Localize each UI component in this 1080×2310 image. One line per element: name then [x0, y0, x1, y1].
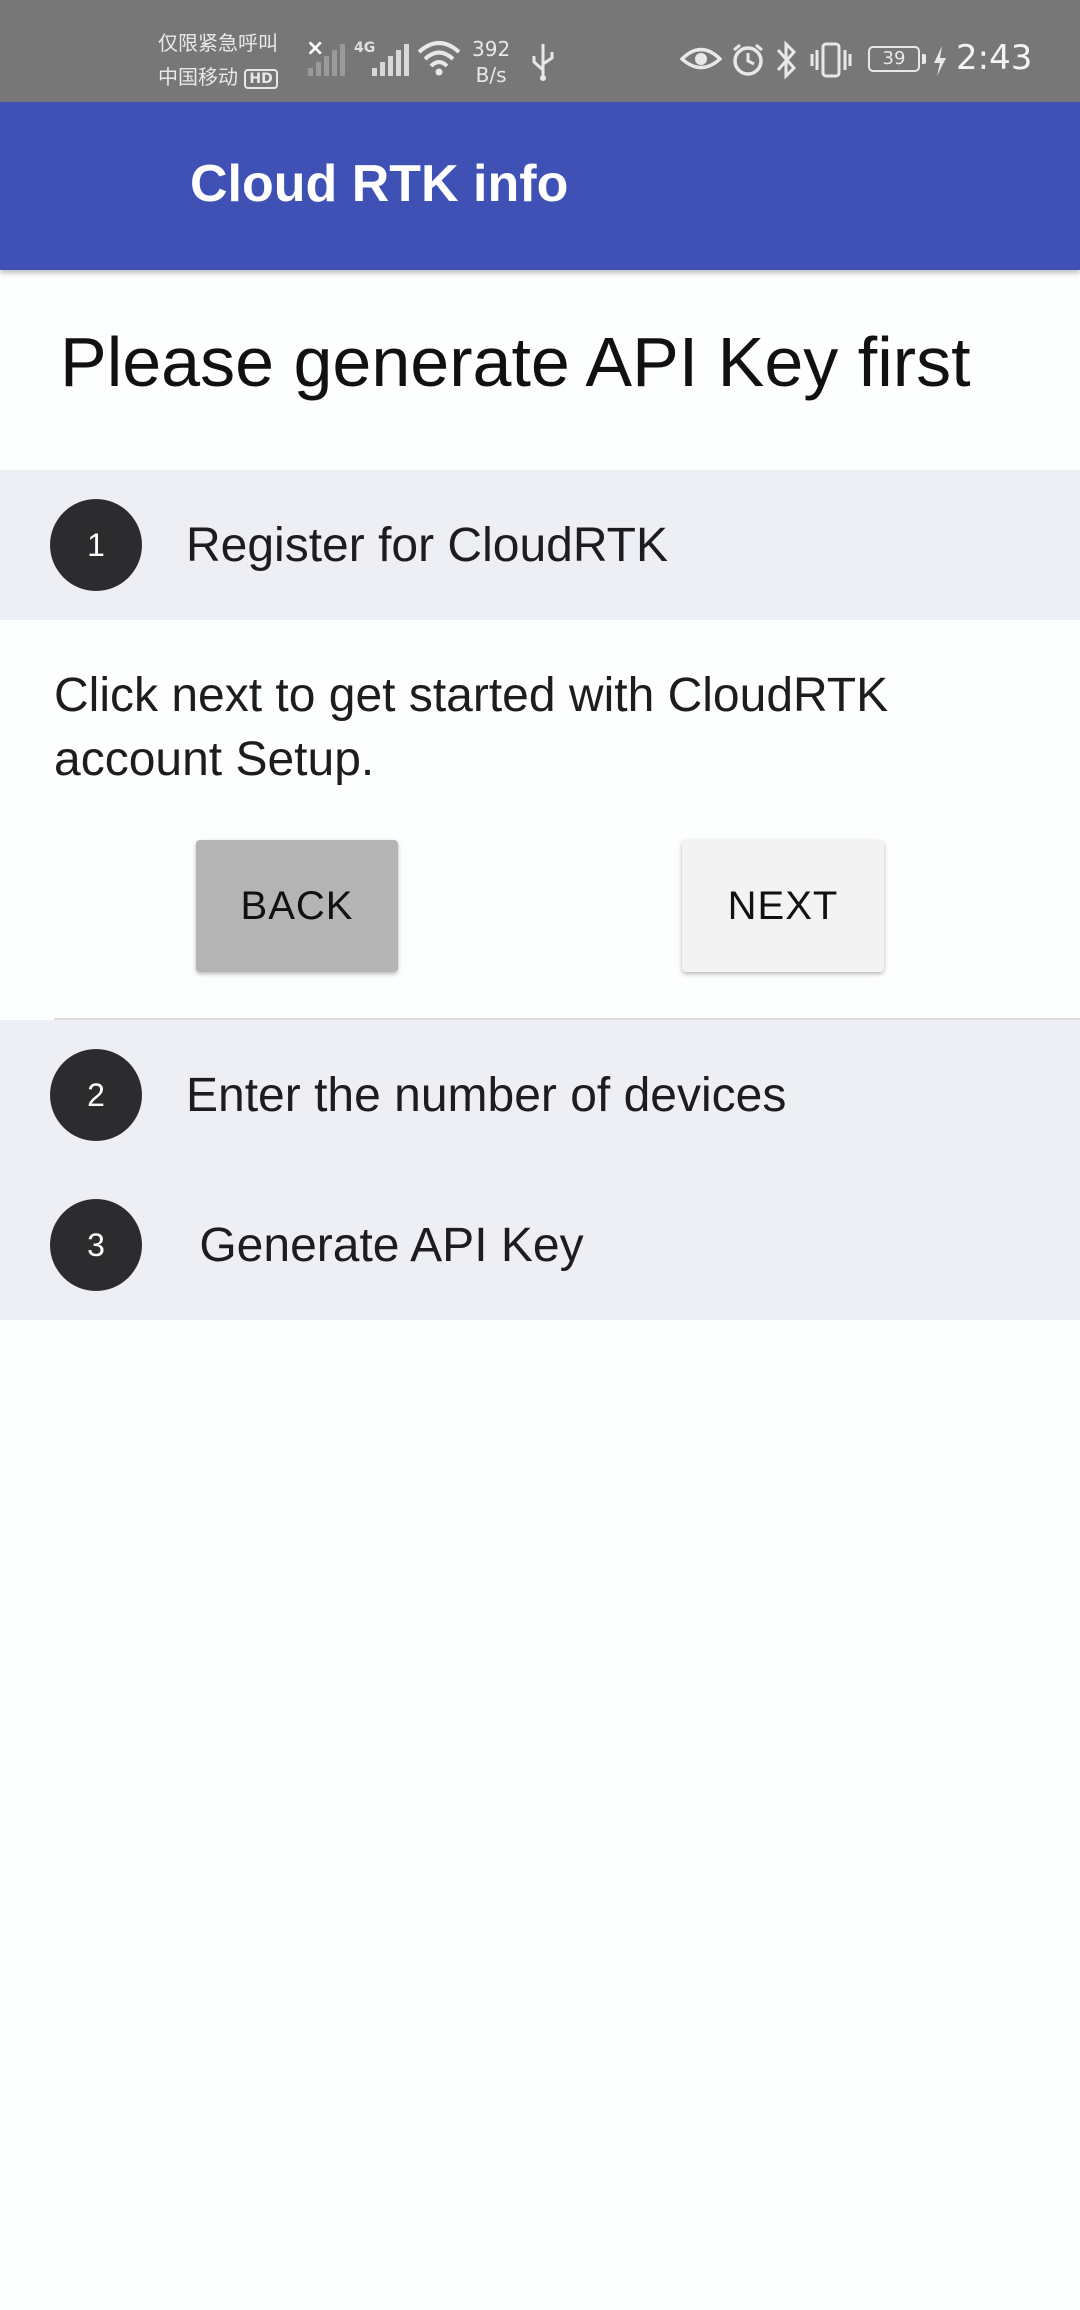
- back-button[interactable]: BACK: [196, 840, 398, 972]
- step-2[interactable]: 2 Enter the number of devices: [0, 1020, 1080, 1170]
- page-heading: Please generate API Key first: [60, 323, 971, 401]
- battery-icon: 39: [868, 46, 926, 72]
- step-1-label: Register for CloudRTK: [186, 519, 668, 572]
- network-speed-value: 392: [472, 37, 511, 61]
- signal-sim2-icon: [372, 40, 409, 76]
- battery-level: 39: [882, 48, 906, 69]
- status-bar: 仅限紧急呼叫 中国移动 HD × 4G 392 B/s 39 2:43: [0, 0, 1080, 102]
- step-1-description: Click next to get started with CloudRTK …: [54, 669, 889, 786]
- carrier-name: 中国移动: [158, 65, 238, 89]
- step-3-number-circle: 3: [50, 1199, 142, 1291]
- emergency-calls-text: 仅限紧急呼叫: [158, 31, 278, 55]
- usb-icon: [532, 44, 554, 81]
- carrier-info: 仅限紧急呼叫 中国移动 HD: [158, 26, 278, 94]
- app-bar: Cloud RTK info: [0, 102, 1080, 270]
- wifi-icon: [417, 41, 461, 76]
- next-button[interactable]: NEXT: [682, 840, 884, 972]
- bluetooth-icon: [776, 40, 797, 80]
- alarm-icon: [733, 43, 763, 76]
- eye-comfort-icon: [680, 47, 722, 70]
- step-1[interactable]: 1 Register for CloudRTK: [0, 470, 1080, 620]
- vibrate-icon: [810, 42, 852, 78]
- hd-badge: HD: [244, 68, 278, 89]
- step-1-number-circle: 1: [50, 499, 142, 591]
- status-time: 2:43: [956, 38, 1033, 78]
- charging-icon: [934, 46, 946, 76]
- network-speed-unit: B/s: [475, 63, 507, 87]
- step-2-number-circle: 2: [50, 1049, 142, 1141]
- app-title: Cloud RTK info: [190, 155, 569, 213]
- network-speed: 392 B/s: [472, 36, 510, 88]
- step-3-label: Generate API Key: [186, 1219, 584, 1272]
- step-3[interactable]: 3 Generate API Key: [0, 1170, 1080, 1320]
- signal-sim1-icon: [308, 40, 345, 76]
- step-2-label: Enter the number of devices: [186, 1069, 787, 1122]
